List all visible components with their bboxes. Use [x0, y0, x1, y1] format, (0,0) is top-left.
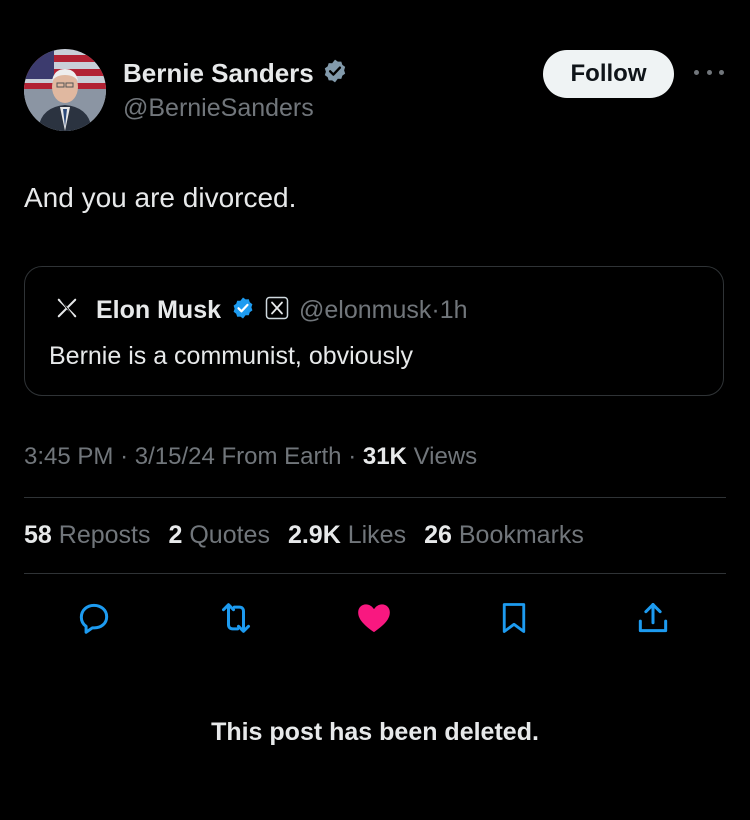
share-icon[interactable] [633, 598, 673, 638]
repost-icon[interactable] [216, 598, 256, 638]
verified-badge-icon [231, 296, 255, 325]
post-date[interactable]: 3/15/24 [135, 443, 215, 470]
author-avatar[interactable] [24, 49, 106, 131]
quoted-author-name: Elon Musk [96, 295, 222, 324]
verified-badge-icon [322, 58, 348, 89]
bookmark-icon[interactable] [494, 598, 534, 638]
quoted-author-handle: @elonmusk·1h [299, 295, 468, 324]
likes-stat[interactable]: 2.9K Likes [288, 521, 406, 550]
author-name-row[interactable]: Bernie Sanders [123, 58, 348, 89]
views-label: Views [413, 443, 478, 470]
x-logo-icon [56, 297, 78, 324]
quotes-stat[interactable]: 2 Quotes [168, 521, 269, 550]
quoted-post-card[interactable] [24, 266, 724, 396]
x-affiliation-icon [265, 296, 289, 325]
author-handle[interactable]: @BernieSanders [123, 94, 314, 123]
quoted-post-header: Elon Musk @elonmusk·1h [56, 293, 468, 327]
deleted-notice: This post has been deleted. [211, 718, 539, 746]
post-meta: 3:45 PM · 3/15/24 From Earth · 31K Views [24, 443, 478, 470]
bookmarks-stat[interactable]: 26 Bookmarks [424, 521, 584, 550]
heart-icon[interactable] [354, 598, 394, 638]
author-name[interactable]: Bernie Sanders [123, 58, 314, 89]
reposts-stat[interactable]: 58 Reposts [24, 521, 150, 550]
post-time[interactable]: 3:45 PM [24, 443, 113, 470]
engagement-stats: 58 Reposts 2 Quotes 2.9K Likes 26 Bookma… [24, 521, 584, 550]
quoted-post-text: Bernie is a communist, obviously [49, 342, 414, 370]
divider [24, 497, 726, 498]
post-text: And you are divorced. [24, 182, 297, 213]
views-count: 31K [362, 443, 407, 470]
divider [24, 573, 726, 574]
follow-button[interactable]: Follow [543, 50, 674, 98]
post-source: From Earth [221, 443, 342, 470]
more-dots-icon[interactable] [694, 62, 724, 82]
reply-icon[interactable] [74, 598, 114, 638]
